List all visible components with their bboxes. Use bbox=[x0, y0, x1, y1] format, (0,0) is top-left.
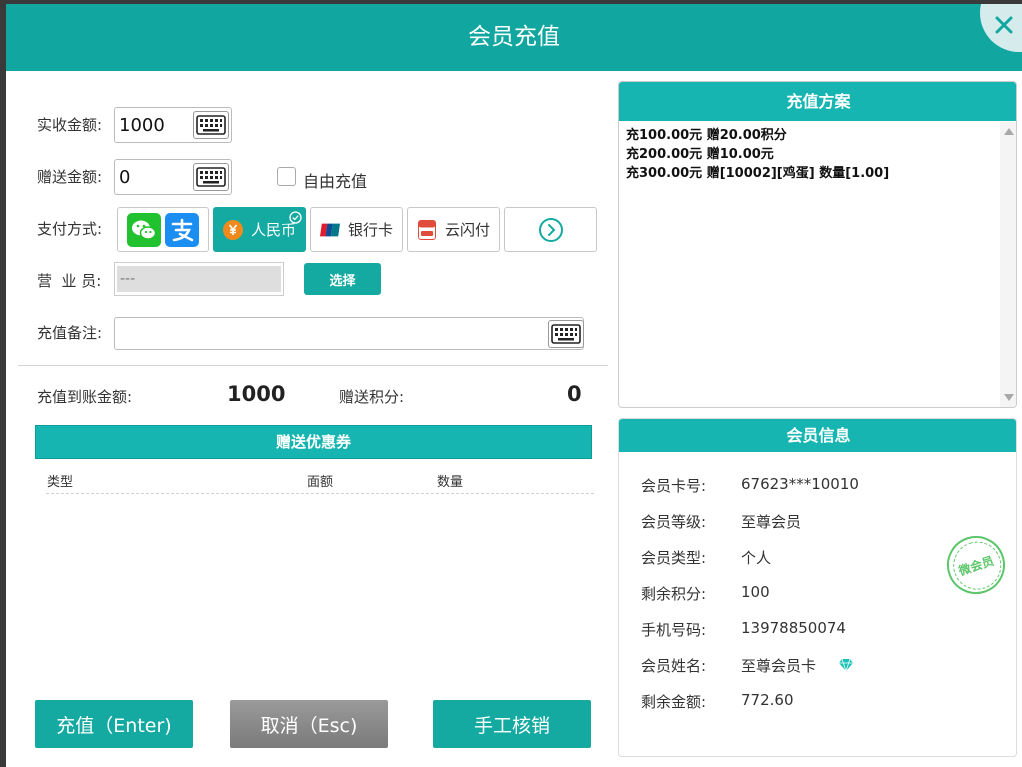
check-icon bbox=[289, 211, 302, 224]
gift-points-value: 0 bbox=[567, 382, 582, 406]
keyboard-icon bbox=[196, 167, 226, 187]
scroll-down-arrow-icon[interactable] bbox=[1004, 394, 1014, 401]
member-type-value: 个人 bbox=[741, 549, 772, 567]
actual-amount-value: 1000 bbox=[119, 114, 165, 136]
keyboard-icon bbox=[551, 324, 581, 344]
member-card-value: 67623***10010 bbox=[741, 475, 859, 493]
diamond-icon bbox=[839, 659, 853, 671]
cancel-button[interactable]: 取消（Esc) bbox=[230, 700, 388, 748]
gift-amount-label: 赠送金额: bbox=[37, 168, 103, 186]
coupon-section-title: 赠送优惠券 bbox=[35, 425, 592, 459]
actual-amount-label: 实收金额: bbox=[37, 116, 103, 134]
recharge-button[interactable]: 充值（Enter) bbox=[35, 700, 193, 748]
actual-amount-keyboard-button[interactable] bbox=[193, 111, 229, 139]
free-recharge-label: 自由充值 bbox=[303, 172, 368, 191]
rmb-icon bbox=[222, 219, 243, 240]
salesperson-value: --- bbox=[117, 266, 281, 292]
section-divider bbox=[18, 365, 608, 366]
gift-amount-value: 0 bbox=[119, 166, 131, 188]
member-card-label: 会员卡号: bbox=[641, 477, 707, 495]
member-name-label: 会员姓名: bbox=[641, 657, 707, 675]
member-balance-label: 剩余金额: bbox=[641, 693, 707, 711]
alipay-icon bbox=[165, 212, 199, 247]
coupon-column-value: 面额 bbox=[307, 475, 334, 490]
payment-quickpass-label: 云闪付 bbox=[444, 221, 490, 239]
quickpass-icon bbox=[417, 219, 437, 240]
credited-amount-value: 1000 bbox=[227, 382, 286, 406]
member-level-value: 至尊会员 bbox=[741, 513, 802, 531]
micro-member-stamp: 微会员 bbox=[939, 528, 1013, 602]
more-icon bbox=[538, 217, 563, 242]
member-type-label: 会员类型: bbox=[641, 549, 707, 567]
payment-quickpass-button[interactable]: 云闪付 bbox=[407, 207, 500, 252]
wechat-pay-icon bbox=[127, 212, 161, 247]
remark-keyboard-button[interactable] bbox=[548, 320, 584, 348]
coupon-table-divider bbox=[46, 493, 594, 494]
dialog-title: 会员充值 bbox=[468, 24, 560, 50]
scroll-up-arrow-icon[interactable] bbox=[1004, 128, 1014, 135]
keyboard-icon bbox=[196, 115, 226, 135]
payment-more-button[interactable] bbox=[504, 207, 597, 252]
member-info-title: 会员信息 bbox=[619, 419, 1016, 452]
plan-item[interactable]: 充200.00元 赠10.00元 bbox=[626, 145, 996, 164]
salesperson-field[interactable]: --- bbox=[114, 262, 284, 296]
close-icon bbox=[995, 16, 1013, 34]
payment-bank-card-label: 银行卡 bbox=[347, 221, 393, 239]
payment-cash-button[interactable]: 人民币 bbox=[213, 207, 306, 252]
recharge-plan-title: 充值方案 bbox=[619, 82, 1016, 121]
credited-amount-label: 充值到账金额: bbox=[37, 388, 133, 406]
recharge-dialog: 会员充值 实收金额: 1000 赠送金额: 0 自由充值 支付方式: 人民币 银… bbox=[6, 4, 1022, 767]
coupon-column-type: 类型 bbox=[47, 475, 74, 490]
member-points-value: 100 bbox=[741, 583, 770, 601]
member-points-label: 剩余积分: bbox=[641, 585, 707, 603]
member-balance-value: 772.60 bbox=[741, 691, 794, 709]
gift-points-label: 赠送积分: bbox=[339, 388, 405, 406]
plan-item[interactable]: 充300.00元 赠[10002][鸡蛋] 数量[1.00] bbox=[626, 164, 996, 183]
remark-label: 充值备注: bbox=[37, 324, 103, 342]
coupon-column-qty: 数量 bbox=[437, 475, 464, 490]
recharge-plan-list: 充100.00元 赠20.00积分 充200.00元 赠10.00元 充300.… bbox=[626, 126, 996, 183]
plan-scrollbar[interactable] bbox=[1000, 122, 1016, 407]
member-phone-value: 13978850074 bbox=[741, 619, 846, 637]
member-phone-label: 手机号码: bbox=[641, 621, 707, 639]
manual-writeoff-button[interactable]: 手工核销 bbox=[433, 700, 591, 748]
member-name-value: 至尊会员卡 bbox=[741, 657, 817, 675]
select-salesperson-button[interactable]: 选择 bbox=[304, 263, 381, 295]
payment-label: 支付方式: bbox=[37, 220, 103, 238]
payment-bank-card-button[interactable]: 银行卡 bbox=[310, 207, 403, 252]
free-recharge-checkbox[interactable] bbox=[277, 167, 296, 186]
gift-amount-keyboard-button[interactable] bbox=[193, 163, 229, 191]
remark-input[interactable] bbox=[114, 317, 584, 350]
member-level-label: 会员等级: bbox=[641, 513, 707, 531]
plan-item[interactable]: 充100.00元 赠20.00积分 bbox=[626, 126, 996, 145]
salesperson-label: 营 业 员: bbox=[37, 272, 102, 290]
member-info-panel: 会员信息 会员卡号: 67623***10010 会员等级: 至尊会员 会员类型… bbox=[618, 418, 1017, 757]
unionpay-icon bbox=[319, 220, 340, 240]
stamp-text: 微会员 bbox=[956, 553, 996, 578]
recharge-plan-panel: 充值方案 充100.00元 赠20.00积分 充200.00元 赠10.00元 … bbox=[618, 81, 1017, 408]
payment-wechat-alipay[interactable] bbox=[117, 207, 209, 252]
